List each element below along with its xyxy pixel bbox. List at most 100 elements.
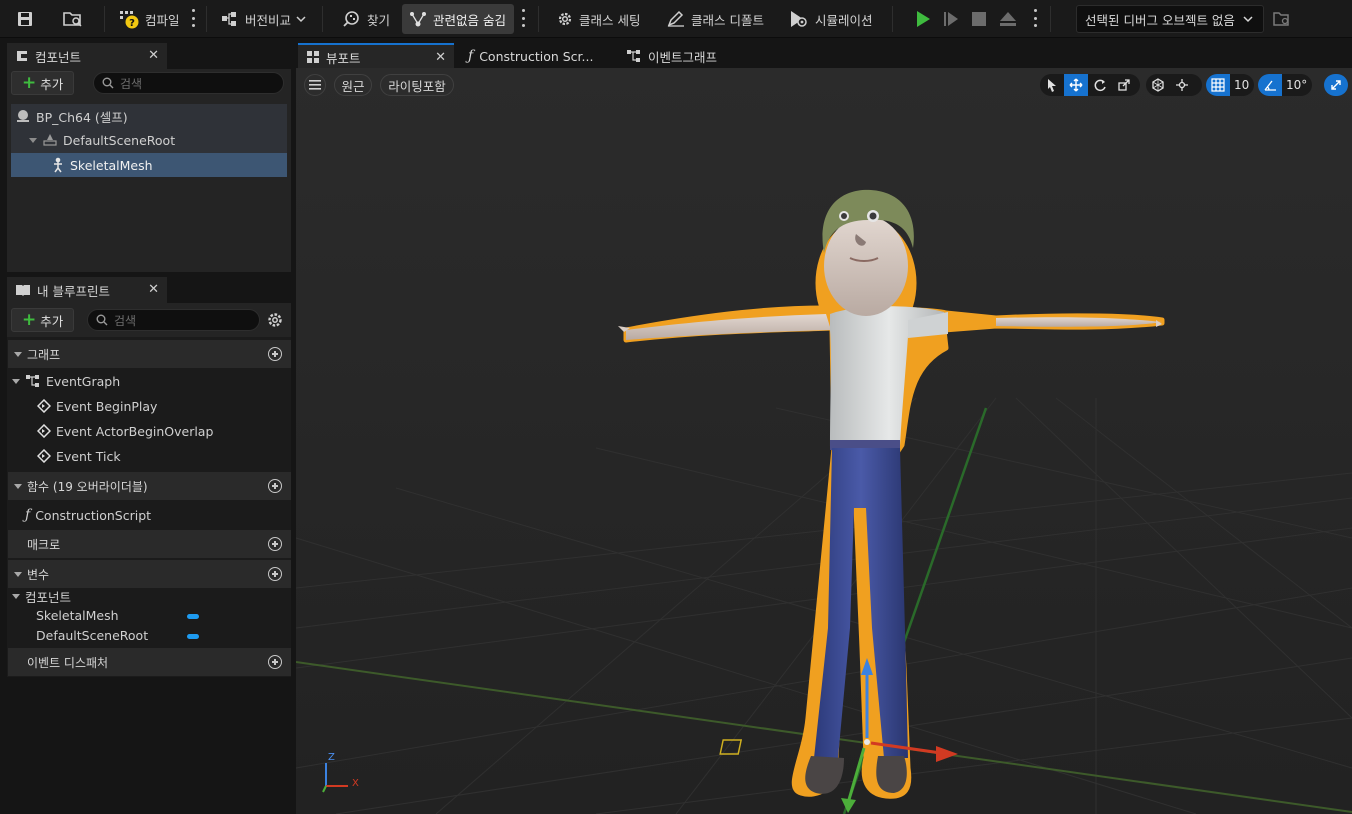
debug-browse-icon[interactable] (1266, 4, 1298, 34)
world-space-icon[interactable] (1146, 74, 1170, 96)
rotate-mode-icon[interactable] (1088, 74, 1112, 96)
tab-construction-script[interactable]: ƒ Construction Scr... (460, 43, 610, 69)
variable-label: DefaultSceneRoot (36, 627, 149, 643)
my-blueprint-search-input[interactable]: 검색 (87, 309, 260, 331)
save-icon[interactable] (10, 4, 40, 34)
diff-button[interactable]: 버전비교 (214, 4, 312, 34)
step-icon[interactable] (936, 4, 966, 34)
tree-item-self[interactable]: BP_Ch64 (셀프) (15, 104, 128, 128)
grid-snap-value[interactable]: 10 (1230, 78, 1253, 92)
class-defaults-button[interactable]: 클래스 디폴트 (660, 4, 770, 34)
close-icon[interactable]: ✕ (148, 48, 159, 63)
tab-viewport[interactable]: 뷰포트 ✕ (298, 43, 454, 69)
viewport-menu-button[interactable] (304, 74, 326, 96)
tree-item-skeletalmesh[interactable]: SkeletalMesh (51, 153, 153, 177)
simulation-button[interactable]: 시뮬레이션 (782, 4, 879, 34)
lit-mode-label: 라이팅포함 (388, 78, 446, 94)
find-label: 찾기 (367, 12, 391, 28)
add-member-button[interactable]: + 추가 (11, 308, 75, 332)
tree-item-defaultsceneroot[interactable]: DefaultSceneRoot (29, 128, 175, 152)
diff-label: 버전비교 (245, 12, 292, 28)
tab-components[interactable]: 컴포넌트 ✕ (7, 43, 167, 69)
diff-icon (222, 12, 236, 26)
expand-arrow-icon (14, 351, 22, 357)
tree-item-event-tick[interactable]: Event Tick (37, 444, 121, 468)
add-component-button[interactable]: + 추가 (11, 71, 75, 95)
section-dispatchers-label: 이벤트 디스패처 (27, 655, 109, 670)
eject-icon[interactable] (992, 4, 1024, 34)
surface-snap-icon[interactable] (1170, 74, 1194, 96)
perspective-button[interactable]: 원근 (334, 74, 372, 96)
add-dispatcher-icon[interactable] (268, 655, 282, 669)
add-variable-icon[interactable] (268, 567, 282, 581)
chevron-down-icon (296, 16, 306, 23)
tree-item-eventgraph[interactable]: EventGraph (12, 369, 120, 393)
variable-type-pill (187, 634, 199, 639)
my-blueprint-search-placeholder: 검색 (114, 313, 137, 328)
tree-item-constructionscript[interactable]: ƒ ConstructionScript (25, 503, 151, 527)
section-macros[interactable]: 매크로 (8, 530, 291, 558)
debug-object-dropdown[interactable]: 선택된 디버그 오브젝트 없음 (1076, 5, 1264, 33)
select-mode-icon[interactable] (1040, 74, 1064, 96)
class-settings-button[interactable]: 클래스 세팅 (550, 4, 646, 34)
grid-snap-icon[interactable] (1206, 74, 1230, 96)
add-macro-icon[interactable] (268, 537, 282, 551)
tab-my-blueprint[interactable]: 내 블루프린트 ✕ (7, 277, 167, 303)
event-label: Event ActorBeginOverlap (56, 423, 214, 439)
variable-item-defaultsceneroot[interactable]: DefaultSceneRoot (36, 623, 148, 647)
components-icon (17, 51, 27, 61)
hide-unrelated-button[interactable]: 관련없음 숨김 (402, 4, 514, 34)
event-label: Event Tick (56, 448, 121, 464)
section-functions[interactable]: 함수 (19 오버라이더블) (8, 472, 291, 500)
expand-arrow-icon (12, 378, 20, 384)
gear-icon (558, 12, 572, 26)
add-graph-icon[interactable] (268, 347, 282, 361)
scale-mode-icon[interactable] (1112, 74, 1136, 96)
scene-root-icon (43, 134, 57, 146)
class-defaults-label: 클래스 디폴트 (691, 12, 764, 28)
lit-mode-button[interactable]: 라이팅포함 (380, 74, 454, 96)
section-event-dispatchers[interactable]: 이벤트 디스패처 (8, 648, 291, 676)
tree-item-label: DefaultSceneRoot (63, 132, 176, 148)
play-icon[interactable] (908, 4, 938, 34)
translate-mode-icon[interactable] (1064, 74, 1088, 96)
svg-text:?: ? (129, 18, 135, 29)
add-component-label: 추가 (40, 76, 64, 92)
compile-button[interactable]: ? 컴파일 (112, 4, 186, 34)
skeleton-icon (54, 157, 62, 173)
play-options-icon[interactable] (1033, 9, 1037, 27)
rotation-snap-icon[interactable] (1258, 74, 1282, 96)
stop-icon[interactable] (964, 4, 994, 34)
settings-gear-icon[interactable] (266, 311, 284, 329)
transform-mode-group (1040, 74, 1140, 96)
find-button[interactable]: 찾기 (336, 4, 396, 34)
close-icon[interactable]: ✕ (148, 282, 159, 297)
components-search-input[interactable]: 검색 (93, 72, 284, 94)
section-graphs[interactable]: 그래프 (8, 340, 291, 368)
viewport[interactable]: Z X 원근 라이팅포함 10 10° (296, 68, 1352, 814)
tab-event-graph[interactable]: 이벤트그래프 (618, 43, 758, 69)
section-functions-label: 함수 (19 오버라이더블) (27, 479, 148, 494)
tree-item-event-beginplay[interactable]: Event BeginPlay (37, 394, 157, 418)
expand-arrow-icon (12, 593, 20, 599)
maximize-viewport-button[interactable] (1324, 74, 1348, 96)
tree-item-label: SkeletalMesh (70, 157, 153, 173)
class-settings-label: 클래스 세팅 (579, 12, 641, 28)
rotation-snap-value[interactable]: 10° (1282, 78, 1311, 92)
add-function-icon[interactable] (268, 479, 282, 493)
tree-item-event-actorbeginoverlap[interactable]: Event ActorBeginOverlap (37, 419, 213, 443)
hide-unrelated-options-icon[interactable] (521, 9, 525, 27)
browse-content-icon[interactable] (56, 4, 90, 34)
construction-tab-label: Construction Scr... (479, 48, 594, 64)
event-icon (37, 399, 51, 413)
my-blueprint-tab-label: 내 블루프린트 (37, 283, 110, 299)
function-icon: ƒ (25, 507, 31, 523)
compile-options-icon[interactable] (191, 9, 195, 27)
simulation-label: 시뮬레이션 (815, 12, 873, 28)
event-icon (37, 449, 51, 463)
expand-arrow-icon (14, 571, 22, 577)
event-icon (37, 424, 51, 438)
hamburger-icon (309, 80, 321, 90)
close-icon[interactable]: ✕ (435, 50, 446, 65)
compile-label: 컴파일 (145, 12, 180, 28)
